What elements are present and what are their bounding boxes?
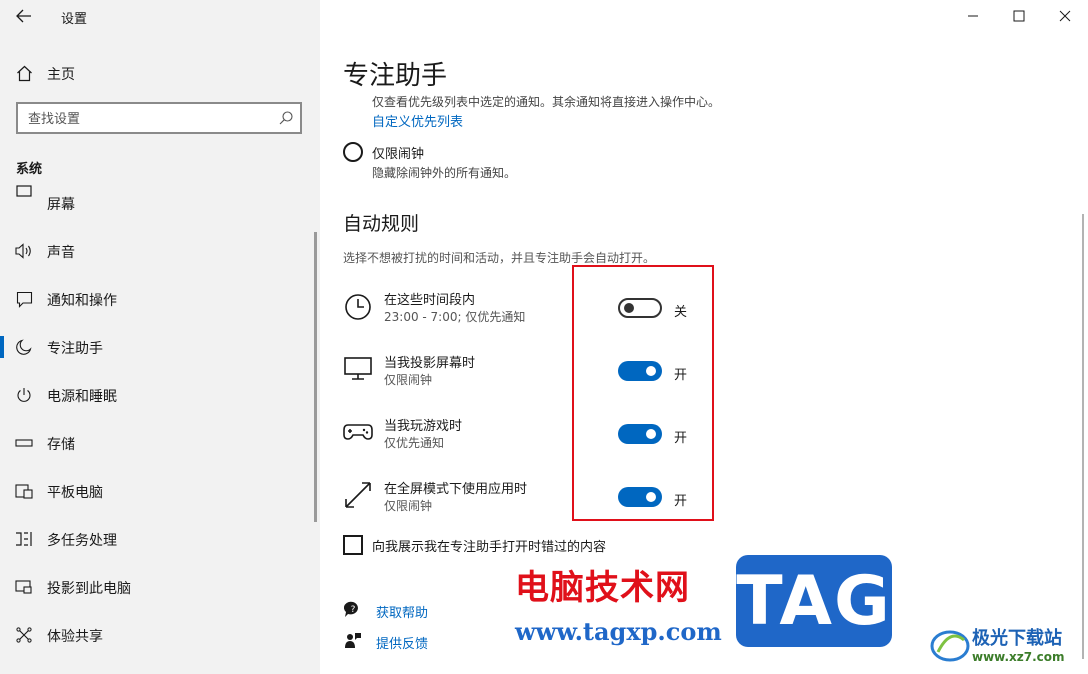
rule-title: 当我投影屏幕时 [384, 356, 476, 371]
close-icon [1059, 10, 1071, 22]
sidebar-item-label: 多任务处理 [47, 533, 117, 549]
moon-icon [15, 338, 33, 356]
sidebar-item-power[interactable]: 电源和睡眠 [0, 375, 320, 415]
settings-search[interactable] [16, 102, 302, 134]
get-help-link[interactable]: 获取帮助 [376, 602, 428, 621]
speaker-icon [15, 242, 33, 260]
close-button[interactable] [1042, 0, 1088, 32]
alarms-only-radio[interactable] [343, 142, 363, 162]
title-bar-left: 设置 [0, 0, 320, 32]
sidebar-item-tablet[interactable]: 平板电脑 [0, 471, 320, 511]
sidebar-item-notifications[interactable]: 通知和操作 [0, 279, 320, 319]
watermark-site-name: 电脑技术网 [515, 568, 690, 608]
app-title: 设置 [61, 12, 88, 27]
sidebar-item-label: 投影到此电脑 [47, 581, 131, 597]
back-arrow-icon [16, 9, 31, 23]
help-icon: ? [344, 601, 358, 617]
minimize-button[interactable] [950, 0, 996, 32]
sidebar-item-focus-assist[interactable]: 专注助手 [0, 327, 320, 367]
minimize-icon [968, 15, 978, 17]
nav-home-label: 主页 [47, 67, 75, 83]
sidebar: 设置 主页 系统 屏幕 声音 通知和操作 专注助手 [0, 0, 320, 674]
active-indicator [0, 336, 4, 358]
watermark-site-url: www.tagxp.com [515, 617, 722, 646]
sidebar-item-display[interactable]: 屏幕 [0, 184, 320, 210]
gamepad-icon [343, 424, 373, 440]
rule-subtitle: 仅限闹钟 [384, 373, 433, 387]
section-label-system: 系统 [16, 162, 43, 177]
auto-rules-desc: 选择不想被打扰的时间和活动，并且专注助手会自动打开。 [343, 251, 656, 265]
sidebar-item-sound[interactable]: 声音 [0, 231, 320, 271]
sidebar-item-label: 声音 [47, 245, 75, 261]
feedback-link[interactable]: 提供反馈 [376, 633, 428, 652]
rule-subtitle: 仅限闹钟 [384, 499, 433, 513]
page-title: 专注助手 [343, 61, 448, 91]
alarms-only-label: 仅限闹钟 [372, 147, 425, 162]
watermark-tag-logo: TAG [736, 555, 892, 647]
alarms-only-desc: 隐藏除闹钟外的所有通知。 [372, 166, 517, 180]
notification-icon [15, 290, 33, 308]
sidebar-item-label: 体验共享 [47, 629, 103, 645]
sidebar-item-label: 电源和睡眠 [47, 389, 117, 405]
feedback-icon [345, 633, 361, 648]
watermark-xz-name: 极光下载站 [972, 628, 1062, 649]
watermark-xz-url: www.xz7.com [972, 650, 1065, 664]
highlight-annotation-box [572, 265, 714, 521]
storage-icon [15, 434, 33, 452]
rule-title: 在这些时间段内 [384, 293, 476, 308]
rule-subtitle: 23:00 - 7:00; 仅优先通知 [384, 310, 526, 324]
auto-rules-heading: 自动规则 [343, 213, 420, 235]
sidebar-item-project[interactable]: 投影到此电脑 [0, 567, 320, 607]
home-icon [15, 64, 33, 82]
customize-priority-link[interactable]: 自定义优先列表 [372, 111, 463, 130]
monitor-icon [344, 357, 372, 380]
sidebar-item-multitasking[interactable]: 多任务处理 [0, 519, 320, 559]
svg-text:?: ? [351, 605, 356, 615]
maximize-icon [1013, 10, 1025, 22]
rule-title: 在全屏模式下使用应用时 [384, 482, 528, 497]
multitask-icon [15, 530, 33, 548]
share-icon [15, 626, 33, 644]
sidebar-item-label: 存储 [47, 437, 75, 453]
sidebar-scrollbar[interactable] [314, 232, 317, 522]
tablet-icon [15, 482, 33, 500]
back-button[interactable] [12, 6, 36, 26]
search-input[interactable] [26, 108, 270, 130]
sidebar-item-label: 通知和操作 [47, 293, 117, 309]
project-icon [15, 578, 33, 596]
sidebar-item-label: 屏幕 [47, 197, 75, 210]
priority-only-desc: 仅查看优先级列表中选定的通知。其余通知将直接进入操作中心。 [372, 95, 721, 109]
display-icon [15, 184, 33, 202]
missed-notifications-label: 向我展示我在专注助手打开时错过的内容 [372, 540, 607, 555]
nav-home[interactable]: 主页 [0, 53, 320, 93]
rule-subtitle: 仅优先通知 [384, 436, 445, 450]
sidebar-item-label: 专注助手 [47, 341, 103, 357]
main-scrollbar[interactable] [1082, 214, 1084, 659]
fullscreen-icon [345, 482, 371, 508]
sidebar-item-label: 平板电脑 [47, 485, 103, 501]
tag-text: TAG [736, 561, 892, 641]
clock-icon [345, 294, 371, 320]
sidebar-item-shared-experiences[interactable]: 体验共享 [0, 615, 320, 655]
search-icon[interactable] [278, 110, 294, 126]
missed-notifications-checkbox[interactable] [343, 535, 363, 555]
sidebar-item-storage[interactable]: 存储 [0, 423, 320, 463]
maximize-button[interactable] [996, 0, 1042, 32]
rule-title: 当我玩游戏时 [384, 419, 463, 434]
power-icon [15, 386, 33, 404]
